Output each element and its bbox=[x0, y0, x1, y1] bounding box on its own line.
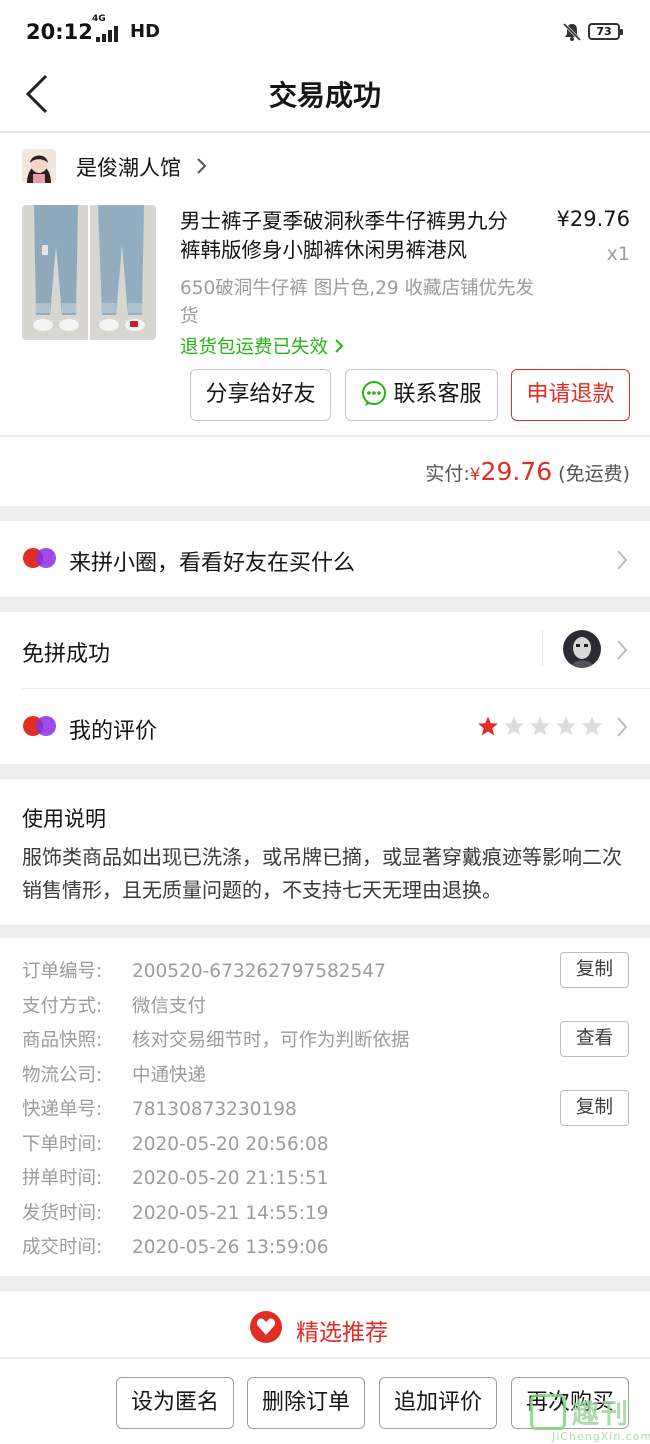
order-info-key: 发货时间: bbox=[22, 1202, 103, 1224]
chevron-right-icon bbox=[617, 550, 628, 570]
order-info-value: 微信支付 bbox=[132, 995, 207, 1017]
order-info-value: 200520-673262797582547 bbox=[132, 961, 386, 982]
order-info-row: 拼单时间: 2020-05-20 21:15:51 bbox=[22, 1164, 328, 1190]
recommend-header: 精选推荐 bbox=[0, 1291, 650, 1357]
order-info-row: 快递单号: 78130873230198 bbox=[22, 1095, 297, 1121]
shop-avatar[interactable] bbox=[22, 149, 56, 183]
pdd-circle-logo-icon bbox=[23, 548, 56, 568]
star-empty-icon bbox=[530, 716, 550, 736]
chevron-right-icon bbox=[335, 339, 344, 353]
star-empty-icon bbox=[582, 716, 602, 736]
chevron-right-icon bbox=[617, 717, 628, 737]
chevron-right-icon bbox=[197, 158, 207, 174]
order-info-row: 支付方式: 微信支付 bbox=[22, 992, 206, 1018]
watermark-logo bbox=[530, 1394, 566, 1430]
product-quantity: x1 bbox=[606, 243, 630, 265]
order-info-row: 订单编号: 200520-673262797582547 bbox=[22, 957, 386, 983]
order-info-key: 快递单号: bbox=[22, 1099, 103, 1120]
delete-order-button[interactable]: 删除订单 bbox=[247, 1377, 365, 1429]
order-info-value: 2020-05-21 14:55:19 bbox=[132, 1202, 329, 1224]
signal-bars-icon bbox=[96, 26, 118, 42]
group-section: 免拼成功 我的评价 bbox=[0, 612, 650, 764]
view-snapshot-button[interactable]: 查看 bbox=[560, 1021, 629, 1057]
heart-badge-icon bbox=[250, 1311, 282, 1343]
product-price: ¥29.76 bbox=[556, 207, 630, 231]
add-review-button[interactable]: 追加评价 bbox=[379, 1377, 497, 1429]
status-time: 20:12 bbox=[26, 20, 93, 44]
order-info-value: 核对交易细节时，可作为判断依据 bbox=[132, 1030, 410, 1051]
copy-button[interactable]: 复制 bbox=[560, 952, 629, 988]
product-image[interactable] bbox=[22, 205, 156, 340]
watermark-text: 趣刊 bbox=[572, 1399, 630, 1430]
order-info-key: 下单时间: bbox=[22, 1133, 103, 1155]
order-info-value: 2020-05-20 21:15:51 bbox=[132, 1168, 329, 1189]
order-info-value: 2020-05-20 20:56:08 bbox=[132, 1133, 329, 1155]
payment-summary: 实付:¥29.76 (免运费) bbox=[0, 436, 650, 506]
order-info-row: 发货时间: 2020-05-21 14:55:19 bbox=[22, 1199, 328, 1225]
nav-bar: 交易成功 bbox=[0, 62, 650, 132]
shipping-note: (免运费) bbox=[558, 463, 630, 485]
copy-button[interactable]: 复制 bbox=[560, 1090, 629, 1126]
group-success-label: 免拼成功 bbox=[22, 642, 111, 667]
battery-icon: 73 bbox=[588, 23, 623, 40]
page-title: 交易成功 bbox=[268, 79, 381, 112]
friend-circle-label: 来拼小圈，看看好友在买什么 bbox=[69, 551, 356, 576]
order-info-key: 订单编号: bbox=[22, 961, 103, 982]
my-review-row[interactable]: 我的评价 bbox=[0, 689, 650, 764]
usage-heading: 使用说明 bbox=[22, 807, 106, 831]
contact-service-button[interactable]: 联系客服 bbox=[345, 369, 498, 421]
contact-service-label: 联系客服 bbox=[393, 382, 482, 407]
divider bbox=[542, 630, 543, 666]
chevron-right-icon bbox=[617, 640, 628, 660]
paid-label: 实付: bbox=[425, 463, 470, 485]
order-info-key: 支付方式: bbox=[22, 995, 103, 1017]
group-success-row[interactable]: 免拼成功 bbox=[0, 612, 650, 688]
mute-bell-icon bbox=[562, 22, 582, 42]
refund-tip-label: 退货包运费已失效 bbox=[180, 337, 329, 358]
usage-notes: 使用说明 服饰类商品如出现已洗涤，或吊牌已摘，或显著穿戴痕迹等影响二次销售情形，… bbox=[0, 779, 650, 925]
recommend-label: 精选推荐 bbox=[296, 1320, 388, 1346]
paid-currency: ¥ bbox=[469, 465, 481, 485]
friend-circle-row[interactable]: 来拼小圈，看看好友在买什么 bbox=[0, 521, 650, 597]
paid-value: 29.76 bbox=[480, 457, 553, 486]
order-info-value: 2020-05-26 13:59:06 bbox=[132, 1237, 329, 1258]
order-info-value: 中通快递 bbox=[132, 1064, 207, 1086]
order-info-key: 拼单时间: bbox=[22, 1168, 103, 1189]
order-info-row: 下单时间: 2020-05-20 20:56:08 bbox=[22, 1130, 328, 1156]
product-spec: 650破洞牛仔裤 图片色,29 收藏店铺优先发货 bbox=[180, 278, 534, 327]
chat-bubble-icon bbox=[362, 381, 387, 406]
status-bar: 20:12 4G HD 73 bbox=[0, 0, 650, 62]
order-info: 订单编号: 200520-673262797582547 复制 支付方式: 微信支付 商品… bbox=[0, 938, 650, 1276]
order-info-row: 物流公司: 中通快递 bbox=[22, 1061, 206, 1087]
pdd-circle-logo-icon bbox=[23, 716, 56, 736]
order-info-row: 成交时间: 2020-05-26 13:59:06 bbox=[22, 1233, 328, 1259]
set-anonymous-button[interactable]: 设为匿名 bbox=[116, 1377, 234, 1429]
watermark-sub: JiChengXin.com bbox=[552, 1430, 650, 1443]
watermark: 趣刊 JiChengXin.com bbox=[530, 1394, 650, 1444]
member-avatar bbox=[563, 630, 601, 668]
order-info-row: 商品快照: 核对交易细节时，可作为判断依据 bbox=[22, 1026, 410, 1052]
order-item-card: 是俊潮人馆 男士裤子夏季破洞秋季牛仔裤男九分裤韩版修身小脚裤休闲男裤港风 ¥29… bbox=[0, 133, 650, 435]
star-empty-icon bbox=[504, 716, 524, 736]
order-info-key: 物流公司: bbox=[22, 1064, 103, 1086]
star-filled-icon bbox=[478, 716, 498, 736]
order-info-key: 成交时间: bbox=[22, 1237, 103, 1258]
paid-amount: 实付:¥29.76 (免运费) bbox=[425, 457, 630, 486]
product-title[interactable]: 男士裤子夏季破洞秋季牛仔裤男九分裤韩版修身小脚裤休闲男裤港风 bbox=[180, 207, 525, 265]
order-info-key: 商品快照: bbox=[22, 1030, 103, 1051]
refund-shipping-tip[interactable]: 退货包运费已失效 bbox=[180, 333, 344, 359]
my-review-label: 我的评价 bbox=[69, 719, 158, 744]
usage-text: 服饰类商品如出现已洗涤，或吊牌已摘，或显著穿戴痕迹等影响二次销售情形，且无质量问… bbox=[22, 845, 622, 902]
shop-name[interactable]: 是俊潮人馆 bbox=[76, 152, 181, 182]
network-type: 4G bbox=[92, 14, 106, 24]
hd-indicator: HD bbox=[130, 21, 161, 42]
share-button[interactable]: 分享给好友 bbox=[190, 369, 331, 421]
star-empty-icon bbox=[556, 716, 576, 736]
order-info-value: 78130873230198 bbox=[132, 1099, 297, 1120]
star-rating bbox=[477, 715, 607, 737]
refund-button[interactable]: 申请退款 bbox=[511, 369, 630, 421]
